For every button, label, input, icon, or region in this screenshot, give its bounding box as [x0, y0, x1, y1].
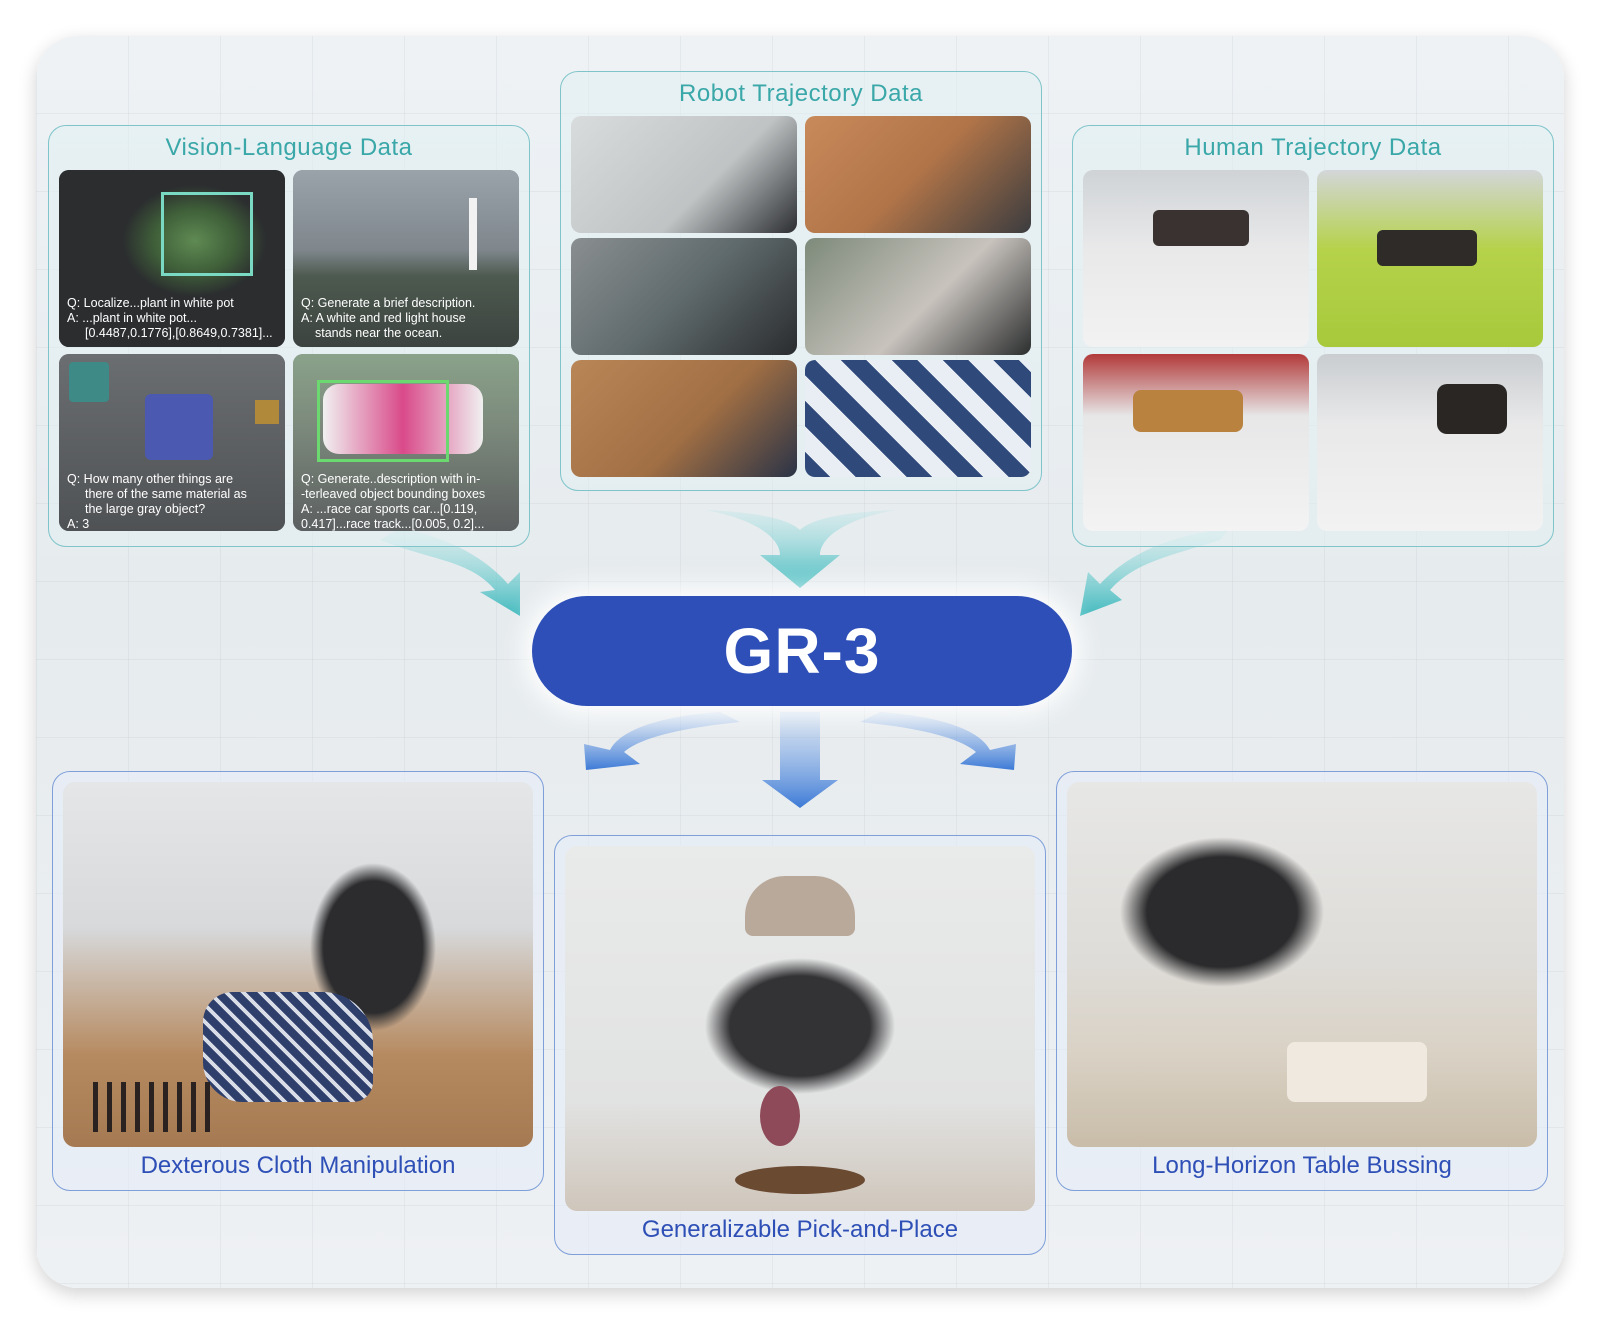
vl-answer-cont: stands near the ocean.: [315, 326, 443, 340]
vl-question: Q: Localize...plant in white pot: [67, 296, 234, 310]
vl-tile-plant: Q: Localize...plant in white pot A: ...p…: [59, 170, 285, 347]
vl-answer-coords: [0.4487,0.1776],[0.8649,0.7381]...: [85, 326, 273, 340]
robot-frame-4: [805, 238, 1031, 355]
bounding-box: [317, 380, 449, 462]
vl-answer: A: ...race car sports car...[0.119,: [301, 502, 478, 516]
cloth-robot-photo: [63, 782, 533, 1147]
robot-frame-1: [571, 116, 797, 233]
grapes-shape: [760, 1086, 800, 1146]
task-table-bussing: Long-Horizon Table Bussing: [1056, 771, 1548, 1191]
arrow-robot-to-gr3: [705, 510, 895, 588]
panel-title: Human Trajectory Data: [1184, 134, 1442, 161]
task-label: Dexterous Cloth Manipulation: [140, 1152, 456, 1179]
vision-language-panel: Vision-Language Data Q: Localize...plant…: [48, 125, 530, 547]
basket-shape: [1133, 390, 1243, 432]
bounding-box: [161, 192, 253, 276]
arrow-gr3-to-pick: [762, 712, 838, 808]
lighthouse-shape: [469, 198, 477, 270]
blue-cube: [145, 394, 213, 460]
vl-tile-racecar: Q: Generate..description with in- -terle…: [293, 354, 519, 531]
task-label: Long-Horizon Table Bussing: [1152, 1152, 1452, 1179]
human-frame-2: [1317, 170, 1543, 347]
vl-question-cont: -terleaved object bounding boxes: [301, 487, 486, 501]
pick-robot-photo: [565, 846, 1035, 1211]
vl-answer-cont: 0.417]...race track...[0.005, 0.2]...: [301, 517, 485, 531]
robot-arm-shape: [655, 926, 945, 1126]
vl-answer: A: A white and red light house: [301, 311, 466, 325]
task-label: Generalizable Pick-and-Place: [641, 1216, 959, 1243]
task-pick-and-place: Generalizable Pick-and-Place: [554, 835, 1046, 1255]
vl-question: Q: How many other things are: [67, 472, 234, 486]
tray-shape: [735, 1166, 865, 1194]
panel-title: Robot Trajectory Data: [679, 80, 923, 107]
bussing-robot-photo: [1067, 782, 1537, 1147]
task-cloth-manipulation: Dexterous Cloth Manipulation: [52, 771, 544, 1191]
vl-question-cont: the large gray object?: [85, 502, 206, 516]
robot-frame-2: [805, 116, 1031, 233]
robot-frame-3: [571, 238, 797, 355]
food-container-shape: [1287, 1042, 1427, 1102]
basket-shape: [1377, 230, 1477, 266]
human-frame-3: [1083, 354, 1309, 531]
vl-question-cont: there of the same material as: [85, 487, 247, 501]
vl-answer: A: 3: [67, 517, 90, 531]
gr3-model-badge: GR-3: [532, 596, 1072, 706]
robot-arm-shape: [1087, 802, 1387, 1022]
robot-trajectory-panel: Robot Trajectory Data: [560, 71, 1042, 491]
teal-cube: [69, 362, 109, 402]
cloth-shape: [203, 992, 373, 1102]
vl-answer: A: ...plant in white pot...: [67, 311, 197, 325]
vl-question: Q: Generate a brief description.: [301, 296, 476, 310]
human-frame-4: [1317, 354, 1543, 531]
robot-frame-5: [571, 360, 797, 477]
arrow-gr3-to-cloth: [584, 712, 740, 770]
panel-title: Vision-Language Data: [165, 134, 413, 161]
arrow-gr3-to-bussing: [860, 712, 1016, 770]
robot-frame-6: [805, 360, 1031, 477]
gr3-label: GR-3: [723, 615, 881, 687]
human-frame-1: [1083, 170, 1309, 347]
basket-shape: [1153, 210, 1249, 246]
hanger-rack-shape: [93, 1082, 213, 1132]
gold-cube: [255, 400, 279, 424]
vl-tile-lighthouse: Q: Generate a brief description. A: A wh…: [293, 170, 519, 347]
vl-question: Q: Generate..description with in-: [301, 472, 481, 486]
vl-tile-clevr: Q: How many other things are there of th…: [59, 354, 285, 531]
human-trajectory-panel: Human Trajectory Data: [1072, 125, 1554, 547]
pot-shape: [1437, 384, 1507, 434]
